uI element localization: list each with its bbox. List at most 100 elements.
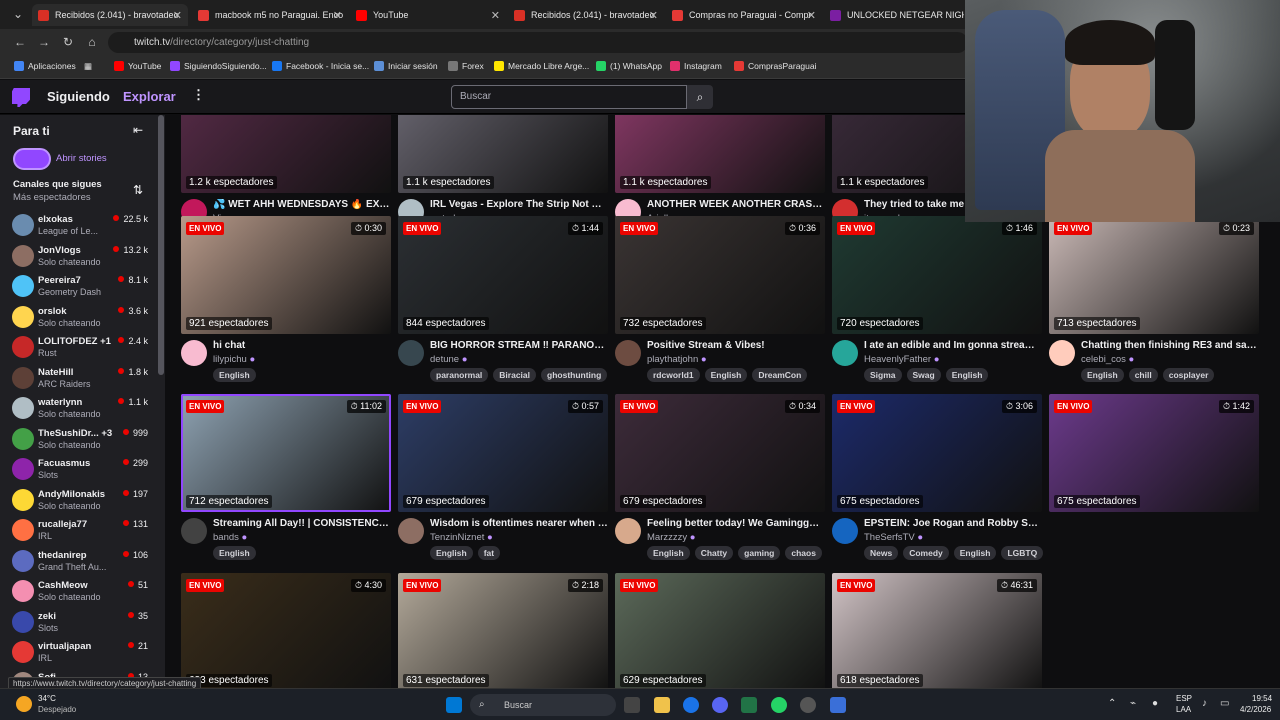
bookmark-comprasparaguai[interactable]: ComprasParaguai bbox=[734, 61, 817, 71]
stream-thumbnail[interactable]: EN VIVO ⏱ 3:06 675 espectadores bbox=[832, 394, 1042, 512]
tag[interactable]: Sigma bbox=[864, 368, 902, 382]
sidebar-channel[interactable]: CashMeow Solo chateando 51 bbox=[0, 577, 158, 607]
clock-time[interactable]: 19:54 bbox=[1252, 694, 1272, 703]
battery-icon[interactable]: ▭ bbox=[1220, 698, 1229, 709]
channel-avatar[interactable] bbox=[398, 340, 424, 366]
sidebar-channel[interactable]: elxokas League of Le... 22.5 k bbox=[0, 211, 158, 241]
weather-icon[interactable] bbox=[16, 696, 32, 712]
stream-thumbnail[interactable]: EN VIVO ⏱ 0:36 732 espectadores bbox=[615, 216, 825, 334]
home-icon[interactable]: ⌂ bbox=[84, 34, 100, 50]
tag[interactable]: English bbox=[647, 546, 690, 560]
tag[interactable]: Comedy bbox=[903, 546, 949, 560]
network-icon[interactable]: ⌁ bbox=[1130, 698, 1136, 709]
channel-avatar[interactable] bbox=[615, 518, 641, 544]
tag[interactable]: chaos bbox=[785, 546, 822, 560]
channel-name[interactable]: bands ● bbox=[213, 532, 247, 543]
tab-menu-icon[interactable]: ⌄ bbox=[10, 6, 26, 22]
channel-name[interactable]: celebi_cos ● bbox=[1081, 354, 1134, 365]
browser-tab[interactable]: Recibidos (2.041) - bravotadeo ✕ bbox=[32, 4, 188, 26]
channel-name[interactable]: HeavenlyFather ● bbox=[864, 354, 939, 365]
stream-title[interactable]: Feeling better today! We Gaminggg ... bbox=[647, 518, 825, 529]
mic-icon[interactable]: ● bbox=[1152, 698, 1158, 709]
stream-thumbnail[interactable]: 1.2 k espectadores bbox=[181, 115, 391, 193]
stream-title[interactable]: BIG HORROR STREAM ‼ PARANORM... bbox=[430, 340, 608, 351]
channel-name[interactable]: Marzzzzy ● bbox=[647, 532, 696, 543]
stream-thumbnail[interactable]: EN VIVO ⏱ 0:30 921 espectadores bbox=[181, 216, 391, 334]
channel-name[interactable]: TenzinNiznet ● bbox=[430, 532, 493, 543]
tray-chevron-icon[interactable]: ⌃ bbox=[1108, 698, 1116, 709]
sidebar-channel[interactable]: LOLITOFDEZ +1 Rust 2.4 k bbox=[0, 333, 158, 363]
obs-icon[interactable] bbox=[800, 697, 816, 713]
stream-title[interactable]: ANOTHER WEEK ANOTHER CRASHO... bbox=[647, 199, 825, 210]
tag[interactable]: fat bbox=[477, 546, 501, 560]
tag[interactable]: rdcworld1 bbox=[647, 368, 700, 382]
channel-avatar[interactable] bbox=[832, 518, 858, 544]
tag[interactable]: chill bbox=[1128, 368, 1158, 382]
sidebar-channel[interactable]: orslok Solo chateando 3.6 k bbox=[0, 303, 158, 333]
tag[interactable]: English bbox=[430, 546, 473, 560]
sidebar-scrollbar[interactable] bbox=[158, 115, 164, 375]
weather-status[interactable]: Despejado bbox=[38, 705, 76, 714]
more-icon[interactable]: ⋮ bbox=[192, 87, 205, 103]
weather-temp[interactable]: 34°C bbox=[38, 694, 56, 703]
close-tab-icon[interactable]: ✕ bbox=[333, 9, 342, 22]
bookmark-instagram[interactable]: Instagram bbox=[670, 61, 722, 71]
sidebar-channel[interactable]: AndyMilonakis Solo chateando 197 bbox=[0, 486, 158, 516]
browser-tab[interactable]: UNLOCKED NETGEAR NIGHTH bbox=[824, 4, 964, 26]
bookmark-apps[interactable]: Aplicaciones bbox=[14, 61, 76, 71]
address-bar[interactable]: twitch.tv/directory/category/just-chatti… bbox=[108, 32, 968, 53]
forward-icon[interactable]: → bbox=[36, 34, 52, 50]
channel-avatar[interactable] bbox=[181, 518, 207, 544]
bookmark-facebook[interactable]: Facebook - Inicia se... bbox=[272, 61, 369, 71]
sidebar-channel[interactable]: Peereira7 Geometry Dash 8.1 k bbox=[0, 272, 158, 302]
sort-icon[interactable]: ⇅ bbox=[133, 183, 143, 197]
stream-thumbnail[interactable]: EN VIVO ⏱ 0:34 679 espectadores bbox=[615, 394, 825, 512]
sidebar-channel[interactable]: virtualjapan IRL 21 bbox=[0, 638, 158, 668]
tag[interactable]: Chatty bbox=[694, 546, 734, 560]
tag[interactable]: paranormal bbox=[430, 368, 489, 382]
sidebar-channel[interactable]: thedanirep Grand Theft Au... 106 bbox=[0, 547, 158, 577]
discord-icon[interactable] bbox=[712, 697, 728, 713]
channel-name[interactable]: lilypichu ● bbox=[213, 354, 255, 365]
bookmark-mercadolibre[interactable]: Mercado Libre Arge... bbox=[494, 61, 589, 71]
tag[interactable]: English bbox=[213, 546, 256, 560]
open-stories-link[interactable]: Abrir stories bbox=[56, 153, 107, 164]
stream-title[interactable]: 💦 WET AHH WEDNESDAYS 🔥 EX LS... bbox=[213, 199, 391, 210]
sidebar-channel[interactable]: rucalleja77 IRL 131 bbox=[0, 516, 158, 546]
stream-thumbnail[interactable]: EN VIVO ⏱ 46:31 618 espectadores bbox=[832, 573, 1042, 688]
bookmark-siguiendo[interactable]: SiguiendoSiguiendo... bbox=[170, 61, 267, 71]
tag[interactable]: News bbox=[864, 546, 899, 560]
bookmark-whatsapp[interactable]: (1) WhatsApp bbox=[596, 61, 662, 71]
stream-thumbnail[interactable]: EN VIVO ⏱ 1:44 844 espectadores bbox=[398, 216, 608, 334]
search-icon[interactable]: ⌕ bbox=[687, 85, 713, 109]
sidebar-channel[interactable]: TheSushiDr... +3 Solo chateando 999 bbox=[0, 425, 158, 455]
nav-following[interactable]: Siguiendo bbox=[47, 89, 110, 104]
stream-thumbnail[interactable]: 1.1 k espectadores bbox=[398, 115, 608, 193]
stream-thumbnail[interactable]: EN VIVO ⏱ 1:46 720 espectadores bbox=[832, 216, 1042, 334]
close-tab-icon[interactable]: ✕ bbox=[807, 9, 816, 22]
bookmark-youtube[interactable]: YouTube bbox=[114, 61, 161, 71]
tag[interactable]: gaming bbox=[738, 546, 781, 560]
channel-name[interactable]: playthatjohn ● bbox=[647, 354, 707, 365]
channel-name[interactable]: TheSerfsTV ● bbox=[864, 532, 923, 543]
sidebar-channel[interactable]: NateHill ARC Raiders 1.8 k bbox=[0, 364, 158, 394]
stream-thumbnail[interactable]: EN VIVO 629 espectadores bbox=[615, 573, 825, 688]
tag[interactable]: English bbox=[953, 546, 997, 560]
stream-title[interactable]: Chatting then finishing RE3 and savin... bbox=[1081, 340, 1259, 351]
twitch-logo-icon[interactable] bbox=[12, 88, 30, 107]
browser-tab[interactable]: Recibidos (2.041) - bravotadeo ✕ bbox=[508, 4, 664, 26]
file-explorer-icon[interactable] bbox=[654, 697, 670, 713]
bookmark-forex[interactable]: Forex bbox=[448, 61, 484, 71]
stream-thumbnail[interactable]: EN VIVO ⏱ 2:18 631 espectadores bbox=[398, 573, 608, 688]
reload-icon[interactable]: ↻ bbox=[60, 34, 76, 50]
tag[interactable]: Swag bbox=[906, 368, 941, 382]
task-view-icon[interactable] bbox=[624, 697, 640, 713]
nav-browse[interactable]: Explorar bbox=[123, 89, 176, 104]
channel-avatar[interactable] bbox=[398, 518, 424, 544]
stream-title[interactable]: IRL Vegas - Explore The Strip Not Ga... bbox=[430, 199, 608, 210]
stream-thumbnail[interactable]: 1.1 k espectadores bbox=[615, 115, 825, 193]
sidebar-channel[interactable]: waterlynn Solo chateando 1.1 k bbox=[0, 394, 158, 424]
channel-avatar[interactable] bbox=[181, 340, 207, 366]
stream-title[interactable]: I ate an edible and Im gonna stream u... bbox=[864, 340, 1042, 351]
tag[interactable]: cosplayer bbox=[1162, 368, 1215, 382]
